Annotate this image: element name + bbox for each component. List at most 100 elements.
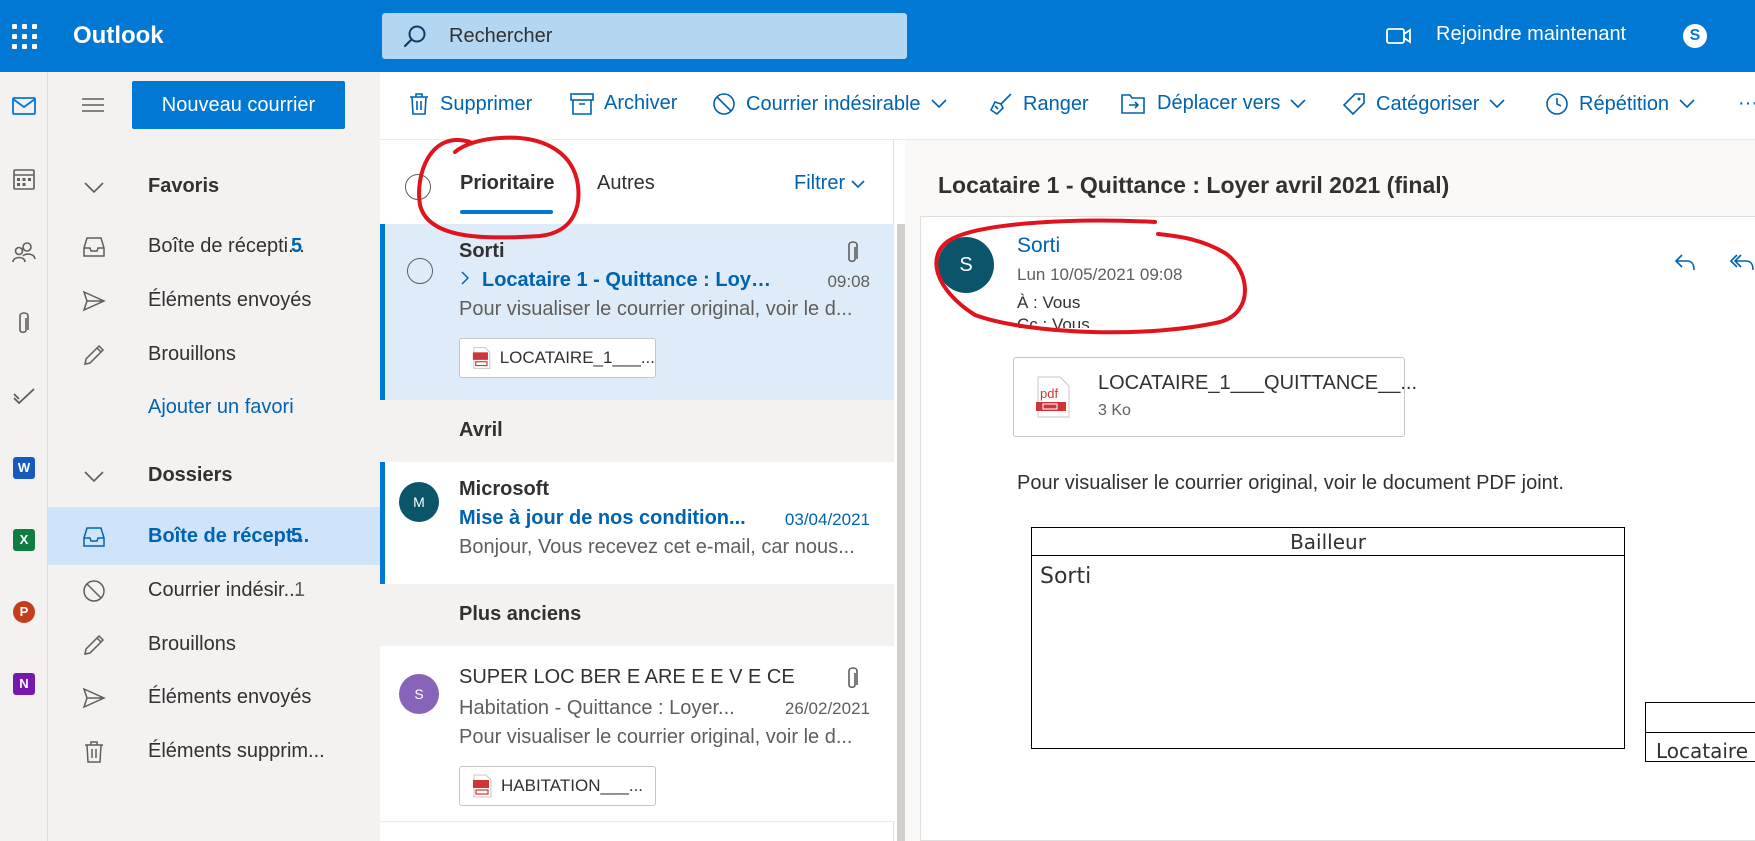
pencil-icon <box>84 344 105 365</box>
archive-label: Archiver <box>604 92 678 114</box>
delete-button[interactable]: Supprimer <box>408 92 532 116</box>
pencil-icon <box>84 634 105 655</box>
message-subject: Habitation - Quittance : Loyer... <box>459 697 735 719</box>
snooze-button[interactable]: Répétition <box>1545 92 1695 116</box>
powerpoint-badge: P <box>13 601 35 623</box>
menu-icon[interactable] <box>82 97 104 113</box>
snooze-label: Répétition <box>1579 92 1670 115</box>
message-preview: Pour visualiser le courrier original, vo… <box>459 726 853 748</box>
sender-avatar[interactable]: S <box>938 237 994 293</box>
reading-pane: Locataire 1 - Quittance : Loyer avril 20… <box>905 140 1755 841</box>
group-header: Avril <box>380 400 894 462</box>
attachment-icon[interactable] <box>10 310 38 338</box>
reply-icon[interactable] <box>1673 251 1697 273</box>
skype-icon[interactable]: S <box>1683 24 1707 48</box>
chevron-down-icon <box>851 180 865 189</box>
attachment-name: HABITATION___... <box>501 776 644 795</box>
tab-other[interactable]: Autres <box>597 172 655 195</box>
search-input[interactable]: Rechercher <box>382 13 907 59</box>
word-icon[interactable]: W <box>10 454 38 482</box>
command-bar: Supprimer Archiver Courrier indésirable … <box>380 72 1755 140</box>
tag-icon <box>1342 93 1365 116</box>
reading-subject: Locataire 1 - Quittance : Loyer avril 20… <box>938 172 1450 198</box>
folders-label: Dossiers <box>148 464 233 486</box>
sent-date: Lun 10/05/2021 09:08 <box>1017 265 1183 284</box>
message-checkbox[interactable] <box>407 258 433 284</box>
join-now-button[interactable]: Rejoindre maintenant <box>1436 23 1626 46</box>
app-title[interactable]: Outlook <box>73 22 164 50</box>
attachment-name: LOCATAIRE_1___QUITTANCE__... <box>1098 372 1417 394</box>
add-favorite-link[interactable]: Ajouter un favori <box>48 378 380 436</box>
categorize-button[interactable]: Catégoriser <box>1342 92 1505 116</box>
favorite-sent[interactable]: Éléments envoyés <box>48 271 380 329</box>
landlord-table: Bailleur Sorti <box>1031 527 1625 749</box>
avatar: S <box>399 674 439 714</box>
message-subject: Locataire 1 - Quittance : Loyer a... <box>482 269 782 291</box>
avatar: M <box>399 482 439 522</box>
favorite-drafts[interactable]: Brouillons <box>48 325 380 383</box>
folder-junk[interactable]: Courrier indésir... 1 <box>48 561 380 619</box>
attachment-card[interactable]: pdf LOCATAIRE_1___QUITTANCE__... 3 Ko <box>1013 357 1417 437</box>
folder-inbox[interactable]: Boîte de récept... 5 <box>48 507 380 565</box>
list-item[interactable]: S SUPER LOC BER E ARE E E V E CE Habitat… <box>380 646 894 821</box>
todo-icon[interactable] <box>10 382 38 410</box>
message-sender: Sorti <box>459 240 505 262</box>
junk-count: 1 <box>294 579 306 601</box>
sender-name[interactable]: Sorti <box>1017 234 1060 258</box>
onenote-badge: N <box>13 673 35 695</box>
excel-icon[interactable]: X <box>10 526 38 554</box>
folder-inbox-label: Boîte de récept... <box>148 525 310 547</box>
message-card: S Sorti Lun 10/05/2021 09:08 À : Vous Cc… <box>920 216 1755 841</box>
favorites-header[interactable]: Favoris <box>48 157 380 215</box>
folders-header[interactable]: Dossiers <box>48 446 380 504</box>
attachment-name: LOCATAIRE_1___... <box>499 348 655 367</box>
new-mail-button[interactable]: Nouveau courrier <box>132 81 345 129</box>
more-options-icon: ··· <box>1738 92 1755 114</box>
archive-button[interactable]: Archiver <box>570 92 677 115</box>
attachment-icon <box>848 241 858 263</box>
block-icon <box>83 580 105 602</box>
powerpoint-icon[interactable]: P <box>10 598 38 626</box>
select-all-checkbox[interactable] <box>405 174 431 200</box>
folder-drafts[interactable]: Brouillons <box>48 615 380 673</box>
junk-button[interactable]: Courrier indésirable <box>712 92 947 116</box>
add-favorite-label: Ajouter un favori <box>148 396 294 418</box>
inbox-icon <box>83 237 105 257</box>
svg-text:pdf: pdf <box>1040 386 1058 401</box>
message-preview: Bonjour, Vous recevez cet e-mail, car no… <box>459 536 855 558</box>
message-time: 03/04/2021 <box>784 510 870 529</box>
more-options-button[interactable]: ··· <box>1738 92 1755 115</box>
list-item[interactable]: Sorti Locataire 1 - Quittance : Loyer a.… <box>380 224 894 400</box>
chevron-down-icon <box>1679 99 1695 109</box>
message-time: 09:08 <box>827 272 870 291</box>
mail-icon[interactable] <box>10 92 38 120</box>
app-launcher-icon[interactable] <box>12 24 38 50</box>
table-cell: Sorti <box>1040 564 1092 589</box>
move-button[interactable]: Déplacer vers <box>1121 92 1306 115</box>
tab-focused[interactable]: Prioritaire <box>460 172 554 195</box>
pdf-icon <box>472 347 491 369</box>
attachment-chip[interactable]: LOCATAIRE_1___... <box>459 338 656 378</box>
filter-button[interactable]: Filtrer <box>794 172 865 195</box>
list-item[interactable]: M Microsoft Mise à jour de nos condition… <box>380 462 894 584</box>
favorite-inbox-label: Boîte de récepti... <box>148 235 305 257</box>
people-icon[interactable] <box>10 238 38 266</box>
attachment-size: 3 Ko <box>1098 402 1131 419</box>
sweep-label: Ranger <box>1023 92 1089 115</box>
folder-deleted[interactable]: Éléments supprim... <box>48 722 380 780</box>
broom-icon <box>989 93 1012 116</box>
calendar-icon[interactable] <box>10 165 38 193</box>
reply-all-icon[interactable] <box>1728 251 1755 273</box>
tab-focused-underline <box>460 210 553 214</box>
attachment-chip[interactable]: HABITATION___... <box>459 766 656 806</box>
sweep-button[interactable]: Ranger <box>989 92 1089 116</box>
onenote-icon[interactable]: N <box>10 670 38 698</box>
group-label: Plus anciens <box>459 603 582 625</box>
group-header: Plus anciens <box>380 584 894 646</box>
list-scrollbar[interactable] <box>897 224 905 841</box>
list-header: Prioritaire Autres Filtrer <box>380 140 894 224</box>
folder-sent[interactable]: Éléments envoyés <box>48 668 380 726</box>
folder-drafts-label: Brouillons <box>148 633 236 655</box>
message-sender: Microsoft <box>459 478 549 500</box>
favorite-inbox[interactable]: Boîte de récepti... 5 <box>48 217 380 275</box>
